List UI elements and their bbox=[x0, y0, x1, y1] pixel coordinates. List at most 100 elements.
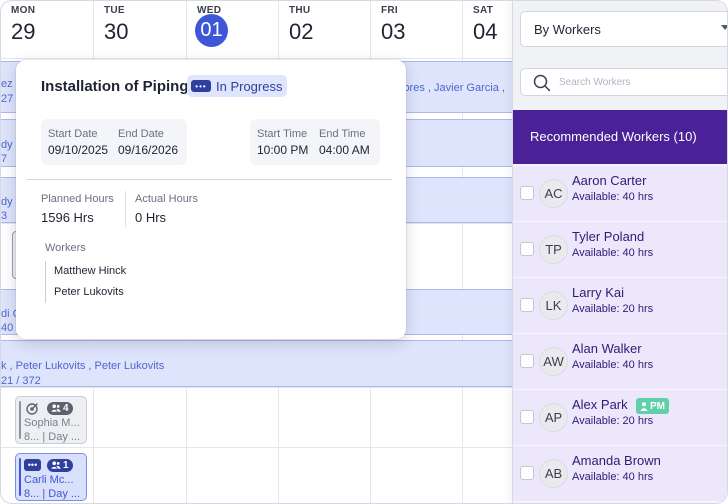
worker-row[interactable]: AB Amanda Brown Available: 40 hrs bbox=[513, 446, 727, 502]
day-of-week: FRI bbox=[381, 5, 399, 16]
event-card[interactable]: ••• 1 Carli Mc... 8... | Day ... bbox=[15, 453, 87, 501]
worker-availability: Available: 20 hrs bbox=[572, 415, 654, 427]
worker-availability: Available: 40 hrs bbox=[572, 471, 654, 483]
person-icon bbox=[640, 401, 648, 411]
actual-hours-value: 0 Hrs bbox=[135, 210, 167, 225]
worker-checkbox[interactable] bbox=[520, 410, 534, 424]
worker-name: Tyler Poland bbox=[572, 229, 645, 244]
workers-label: Workers bbox=[45, 242, 86, 254]
worker-name: Amanda Brown bbox=[572, 453, 661, 468]
target-icon bbox=[24, 402, 41, 415]
status-badge: ••• In Progress bbox=[187, 75, 288, 97]
band-label: dy bbox=[1, 196, 13, 208]
today-marker: 01 bbox=[195, 14, 228, 47]
start-time-label: Start Time bbox=[257, 128, 308, 140]
day-of-week: THU bbox=[289, 5, 311, 16]
search-input[interactable] bbox=[559, 74, 727, 90]
band-sublabel: 40 bbox=[1, 322, 14, 334]
day-of-week: SAT bbox=[473, 5, 494, 16]
card-worker-name: Sophia M... bbox=[24, 417, 80, 429]
worker-checkbox[interactable] bbox=[520, 186, 534, 200]
worker-count-badge: 4 bbox=[47, 401, 73, 415]
task-title: Installation of Piping bbox=[41, 78, 189, 95]
worker-checkbox[interactable] bbox=[520, 466, 534, 480]
event-band[interactable]: k , Peter Lukovits , Peter Lukovits 21 /… bbox=[1, 340, 513, 387]
day-header-fri[interactable]: FRI 03 bbox=[371, 1, 462, 59]
worker-checkbox[interactable] bbox=[520, 242, 534, 256]
actual-hours-label: Actual Hours bbox=[135, 193, 198, 205]
recommended-title: Recommended Workers (10) bbox=[530, 129, 697, 144]
band-workers: k , Peter Lukovits , Peter Lukovits bbox=[1, 360, 165, 372]
in-progress-icon: ••• bbox=[191, 80, 211, 92]
worker-availability: Available: 40 hrs bbox=[572, 247, 654, 259]
row-divider bbox=[1, 387, 513, 388]
status-text: In Progress bbox=[216, 78, 283, 94]
end-date-label: End Date bbox=[118, 128, 164, 140]
workers-panel: By Workers Recommended Workers (10) AC A… bbox=[512, 1, 727, 503]
event-card[interactable]: 4 Sophia M... 8... | Day ... bbox=[15, 396, 87, 444]
app-frame: MON 29 TUE 30 WED 01 THU 02 FRI 03 SAT 0… bbox=[0, 0, 728, 504]
avatar: LK bbox=[539, 291, 568, 320]
worker-name: Alex Park bbox=[572, 397, 628, 412]
day-number: 29 bbox=[11, 19, 36, 44]
band-sublabel: 27 bbox=[1, 93, 14, 105]
worker-row[interactable]: AW Alan Walker Available: 40 hrs bbox=[513, 334, 727, 390]
worker-name: Aaron Carter bbox=[572, 173, 647, 188]
day-header-mon[interactable]: MON 29 bbox=[1, 1, 93, 59]
worker-row[interactable]: TP Tyler Poland Available: 40 hrs bbox=[513, 222, 727, 278]
end-date-value: 09/16/2026 bbox=[118, 143, 179, 157]
day-number: 30 bbox=[104, 19, 129, 44]
worker-row[interactable]: AP Alex Park PM Available: 20 hrs bbox=[513, 390, 727, 446]
planned-hours-value: 1596 Hrs bbox=[41, 210, 94, 225]
worker-name: Alan Walker bbox=[572, 341, 642, 356]
day-header-wed[interactable]: WED 01 bbox=[187, 1, 278, 59]
worker-availability: Available: 40 hrs bbox=[572, 191, 654, 203]
day-header-thu[interactable]: THU 02 bbox=[279, 1, 370, 59]
day-number: 04 bbox=[473, 19, 498, 44]
end-time-label: End Time bbox=[319, 128, 366, 140]
group-by-select[interactable]: By Workers bbox=[520, 11, 727, 47]
band-sublabel: 21 / 372 bbox=[1, 375, 41, 387]
day-header-tue[interactable]: TUE 30 bbox=[94, 1, 186, 59]
assigned-worker: Matthew Hinck bbox=[54, 265, 127, 277]
avatar: TP bbox=[539, 235, 568, 264]
recommended-workers-header: Recommended Workers (10) bbox=[513, 110, 727, 164]
group-by-value: By Workers bbox=[534, 22, 601, 37]
divider bbox=[125, 191, 126, 227]
start-time-value: 10:00 PM bbox=[257, 143, 309, 157]
worker-checkbox[interactable] bbox=[520, 298, 534, 312]
start-date-label: Start Date bbox=[48, 128, 98, 140]
task-detail-popover: Installation of Piping ••• In Progress S… bbox=[16, 60, 406, 339]
row-divider bbox=[1, 447, 513, 448]
assigned-workers-list: Matthew Hinck Peter Lukovits bbox=[45, 261, 126, 303]
start-date-value: 09/10/2025 bbox=[48, 143, 109, 157]
date-range-box: Start Date 09/10/2025 End Date 09/16/202… bbox=[41, 119, 187, 165]
day-number: 03 bbox=[381, 19, 406, 44]
card-details: 8... | Day ... bbox=[24, 488, 81, 500]
avatar: AC bbox=[539, 179, 568, 208]
badge-count: 1 bbox=[63, 459, 69, 471]
pm-label: PM bbox=[650, 400, 665, 412]
day-number: 02 bbox=[289, 19, 314, 44]
band-workers: lores , Javier Garcia , bbox=[401, 82, 505, 94]
card-details: 8... | Day ... bbox=[24, 431, 81, 443]
divider bbox=[26, 179, 392, 180]
assigned-worker: Peter Lukovits bbox=[54, 286, 124, 298]
chevron-down-icon bbox=[721, 25, 727, 30]
band-label: dy bbox=[1, 139, 13, 151]
worker-checkbox[interactable] bbox=[520, 354, 534, 368]
dots-icon: ••• bbox=[24, 459, 41, 471]
badge-count: 4 bbox=[63, 402, 69, 414]
search-icon bbox=[533, 74, 551, 92]
planned-hours-label: Planned Hours bbox=[41, 193, 114, 205]
worker-availability: Available: 20 hrs bbox=[572, 303, 654, 315]
worker-availability: Available: 40 hrs bbox=[572, 359, 654, 371]
search-workers-box[interactable] bbox=[520, 68, 727, 96]
worker-row[interactable]: AC Aaron Carter Available: 40 hrs bbox=[513, 166, 727, 222]
worker-count-badge: 1 bbox=[47, 458, 73, 472]
worker-row[interactable]: LK Larry Kai Available: 20 hrs bbox=[513, 278, 727, 334]
worker-name: Larry Kai bbox=[572, 285, 625, 300]
end-time-value: 04:00 AM bbox=[319, 143, 370, 157]
band-sublabel: 3 bbox=[1, 210, 8, 222]
avatar: AB bbox=[539, 459, 568, 488]
